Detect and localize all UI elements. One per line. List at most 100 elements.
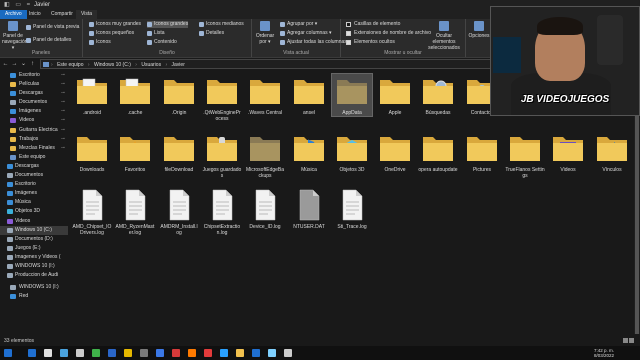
folder-item-pictures[interactable]: Pictures — [462, 131, 502, 173]
sidebar-item-imagenes[interactable]: Imágenes — [0, 189, 68, 198]
folder-item-musica[interactable]: Música — [289, 131, 329, 173]
hidden-items-toggle[interactable]: Elementos ocultos — [346, 39, 395, 46]
details-view-icon[interactable] — [623, 338, 628, 343]
folder-item-microsoftedgeba-ckups[interactable]: MicrosoftEdgeBa ckups — [245, 131, 285, 179]
sidebar-item-produccion-de-audi[interactable]: Produccion de Audi — [0, 271, 68, 280]
file-item-device-id-log[interactable]: Device_ID.log — [245, 188, 285, 230]
sidebar-item-descargas[interactable]: Descargas ⊸ — [0, 89, 68, 98]
details-pane-button[interactable]: Panel de detalles — [26, 37, 71, 44]
layout-medium[interactable]: Iconos medianos — [199, 21, 244, 28]
layout-large[interactable]: Iconos grandes — [147, 21, 189, 28]
breadcrumb[interactable]: › Este equipo › Windows 10 (C:) › Usuari… — [40, 59, 520, 69]
sidebar-item-guitarra-electrica[interactable]: Guitarra Electrica ⊸ — [0, 126, 68, 135]
sidebar-item-windows-10-i[interactable]: WINDOWS 10 (I:) — [0, 262, 68, 271]
sidebar-item-escritorio[interactable]: Escritorio — [0, 180, 68, 189]
file-item-amd-ryzenmast-er-log[interactable]: AMD_RyzenMast er.log — [115, 188, 155, 236]
taskbar-app-icon[interactable] — [44, 349, 52, 357]
taskbar-app-icon[interactable] — [28, 349, 36, 357]
folder-item-ansel[interactable]: ansel — [289, 74, 329, 116]
sidebar-item-windows-10-i[interactable]: WINDOWS 10 (I:) — [0, 283, 68, 292]
folder-item-vinculos[interactable]: Vínculos — [592, 131, 632, 173]
sidebar-item-videos[interactable]: Videos — [0, 217, 68, 226]
folder-item-filedownload[interactable]: fileDownload — [159, 131, 199, 173]
sidebar-item-red[interactable]: Red — [0, 292, 68, 301]
view-switcher[interactable] — [622, 338, 636, 344]
sidebar-item-descargas[interactable]: Descargas — [0, 162, 68, 171]
sidebar-item-documentos[interactable]: Documentos ⊸ — [0, 98, 68, 107]
taskbar-app-icon[interactable] — [156, 349, 164, 357]
taskbar-app-icon[interactable] — [284, 349, 292, 357]
folder-item-qtwebenginepr-ocess[interactable]: .QtWebEnginePr ocess — [202, 74, 242, 122]
sidebar-item-imagenes-y-videos[interactable]: Imagenes y Videos ( — [0, 253, 68, 262]
file-extensions-toggle[interactable]: Extensiones de nombre de archivo — [346, 30, 431, 37]
taskbar-app-icon[interactable] — [204, 349, 212, 357]
file-item-amd-chipset-io-drivers-log[interactable]: AMD_Chipset_IO Drivers.log — [72, 188, 112, 236]
recent-chevron-icon[interactable]: ⌄ — [20, 60, 27, 68]
file-item-sti-trace-log[interactable]: Sti_Trace.log — [332, 188, 372, 230]
fit-columns-button[interactable]: Ajustar todas las columnas — [280, 39, 347, 46]
taskbar-app-icon[interactable] — [220, 349, 228, 357]
taskbar-app-icon[interactable] — [60, 349, 68, 357]
sidebar-item-trabajos[interactable]: Trabajos ⊸ — [0, 135, 68, 144]
back-arrow-icon[interactable]: ← — [2, 60, 9, 68]
taskbar-app-icon[interactable] — [188, 349, 196, 357]
folder-item-waves-central[interactable]: .Waves Central — [245, 74, 285, 116]
taskbar-app-icon[interactable] — [252, 349, 260, 357]
layout-tiles[interactable]: Iconos — [89, 39, 111, 46]
sidebar-item-videos[interactable]: Videos ⊸ — [0, 116, 68, 125]
sidebar-item-peliculas[interactable]: Películas ⊸ — [0, 80, 68, 89]
hide-selected-button[interactable]: Ocultar elementos seleccionados — [425, 21, 463, 51]
sidebar-item-musica[interactable]: Música — [0, 198, 68, 207]
up-arrow-icon[interactable]: ↑ — [29, 60, 36, 68]
tab-vista[interactable]: Vista — [76, 10, 98, 19]
item-checkboxes-toggle[interactable]: Casillas de elemento — [346, 21, 400, 28]
layout-content[interactable]: Contenido — [147, 39, 177, 46]
tab-archivo[interactable]: Archivo — [0, 10, 27, 19]
sidebar-item-imagenes[interactable]: Imágenes ⊸ — [0, 107, 68, 116]
folder-item-opera-autoupdate[interactable]: opera autoupdate — [418, 131, 458, 173]
folder-item-objetos-3d[interactable]: Objetos 3D — [332, 131, 372, 173]
breadcrumb-javier[interactable]: Javier — [172, 62, 185, 68]
sidebar-item-juegos-e[interactable]: Juegos (E:) — [0, 244, 68, 253]
preview-pane-button[interactable]: Panel de vista previa — [26, 24, 79, 31]
layout-small[interactable]: Iconos pequeños — [89, 30, 134, 37]
taskbar-app-icon[interactable] — [172, 349, 180, 357]
nav-pane-button[interactable]: Panel de navegación ▾ — [2, 21, 28, 51]
folder-item-trueflanos-settings[interactable]: TrueFlanos Settings — [505, 131, 545, 179]
folder-item-downloads[interactable]: Downloads — [72, 131, 112, 173]
breadcrumb-this-pc[interactable]: Este equipo — [57, 62, 83, 68]
sidebar-item-mezclas-finales[interactable]: Mezclas Finales ⊸ — [0, 144, 68, 153]
folder-item-busquedas[interactable]: Búsquedas — [418, 74, 458, 116]
folder-item-cache[interactable]: .cache — [115, 74, 155, 116]
sidebar-item-escritorio[interactable]: Escritorio ⊸ — [0, 71, 68, 80]
taskbar-app-icon[interactable] — [108, 349, 116, 357]
folder-item-juegos-guardados[interactable]: Juegos guardados — [202, 131, 242, 179]
options-button[interactable]: Opciones — [468, 21, 490, 39]
tab-inicio[interactable]: Inicio — [24, 10, 46, 19]
layout-details[interactable]: Detalles — [199, 30, 224, 37]
breadcrumb-drive-c[interactable]: Windows 10 (C:) — [94, 62, 131, 68]
add-columns-button[interactable]: Agregar columnas ▾ — [280, 30, 331, 37]
forward-arrow-icon[interactable]: → — [11, 60, 18, 68]
file-item-chipsetextractio-n-log[interactable]: ChipsetExtractio n.log — [202, 188, 242, 236]
folder-item-videos[interactable]: Videos — [548, 131, 588, 173]
sidebar-item-this-pc[interactable]: Este equipo — [0, 153, 68, 162]
layout-extra-large[interactable]: Iconos muy grandes — [89, 21, 141, 28]
sidebar-item-objetos-3d[interactable]: Objetos 3D — [0, 207, 68, 216]
taskbar-app-icon[interactable] — [140, 349, 148, 357]
sidebar-item-windows-10-c[interactable]: Windows 10 (C:) — [0, 225, 68, 235]
quick-access-toolbar[interactable]: ◧ ▭ = — [4, 0, 32, 10]
sort-by-button[interactable]: Ordenar por ▾ — [254, 21, 276, 45]
folder-item-favoritos[interactable]: Favoritos — [115, 131, 155, 173]
taskbar-app-icon[interactable] — [124, 349, 132, 357]
taskbar-app-icon[interactable] — [236, 349, 244, 357]
tab-compartir[interactable]: Compartir — [46, 10, 78, 19]
group-by-button[interactable]: Agrupar por ▾ — [280, 21, 317, 28]
taskbar-app-icon[interactable] — [268, 349, 276, 357]
layout-list[interactable]: Lista — [147, 30, 165, 37]
folder-item-android[interactable]: .android — [72, 74, 112, 116]
system-clock[interactable]: 7:42 p. m. 8/03/2022 — [594, 348, 614, 358]
file-item-ntuser-dat[interactable]: NTUSER.DAT — [289, 188, 329, 230]
folder-item-apple[interactable]: Apple — [375, 74, 415, 116]
large-icons-view-icon[interactable] — [629, 338, 634, 343]
